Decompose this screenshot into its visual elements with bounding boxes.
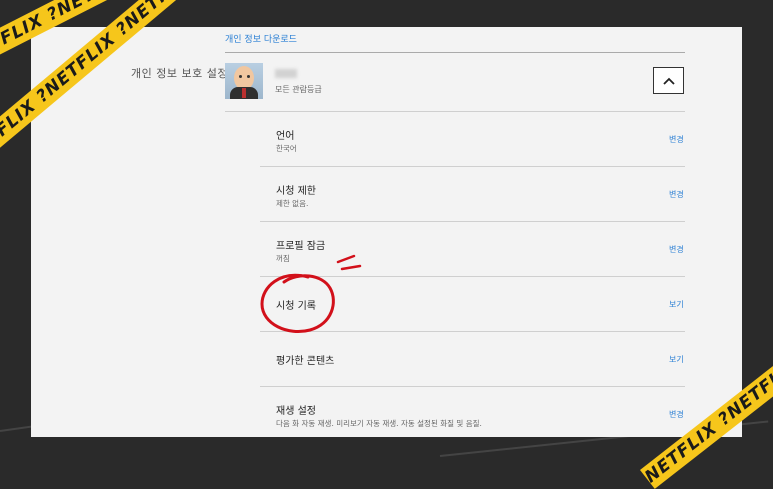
divider — [260, 386, 685, 387]
settings-panel: 개인 정보 보호 설정 개인 정보 다운로드 모든 관람등급 언어 한국어 변경… — [31, 27, 742, 437]
divider — [260, 221, 685, 222]
row-viewing-history-view-link[interactable]: 보기 — [669, 299, 684, 310]
row-viewing-restrictions-title: 시청 제한 — [276, 186, 316, 197]
row-language-change-link[interactable]: 변경 — [669, 134, 684, 145]
collapse-button[interactable] — [653, 67, 684, 94]
divider — [225, 52, 685, 53]
row-playback-settings-change-link[interactable]: 변경 — [669, 409, 684, 420]
profile-name-redacted — [275, 69, 297, 78]
row-viewing-restrictions-change-link[interactable]: 변경 — [669, 189, 684, 200]
row-viewing-restrictions-value: 제한 없음. — [276, 199, 309, 208]
divider — [225, 111, 685, 112]
row-profile-lock-change-link[interactable]: 변경 — [669, 244, 684, 255]
divider — [260, 166, 685, 167]
row-playback-settings-title: 재생 설정 — [276, 406, 316, 417]
row-ratings-title: 평가한 콘텐츠 — [276, 356, 335, 367]
row-language-value: 한국어 — [276, 144, 297, 153]
row-profile-lock-title: 프로필 잠금 — [276, 241, 326, 252]
chevron-up-icon — [662, 77, 675, 85]
avatar — [225, 63, 263, 99]
red-annotation-circle — [260, 254, 362, 333]
profile-maturity-rating: 모든 관람등급 — [275, 85, 322, 94]
row-playback-settings-value: 다음 화 자동 재생. 미리보기 자동 재생. 자동 설정된 화질 및 음질. — [276, 419, 482, 428]
download-personal-info-link[interactable]: 개인 정보 다운로드 — [225, 32, 297, 45]
row-ratings-view-link[interactable]: 보기 — [669, 354, 684, 365]
privacy-settings-label[interactable]: 개인 정보 보호 설정 — [131, 65, 228, 81]
row-language-title: 언어 — [276, 131, 295, 142]
